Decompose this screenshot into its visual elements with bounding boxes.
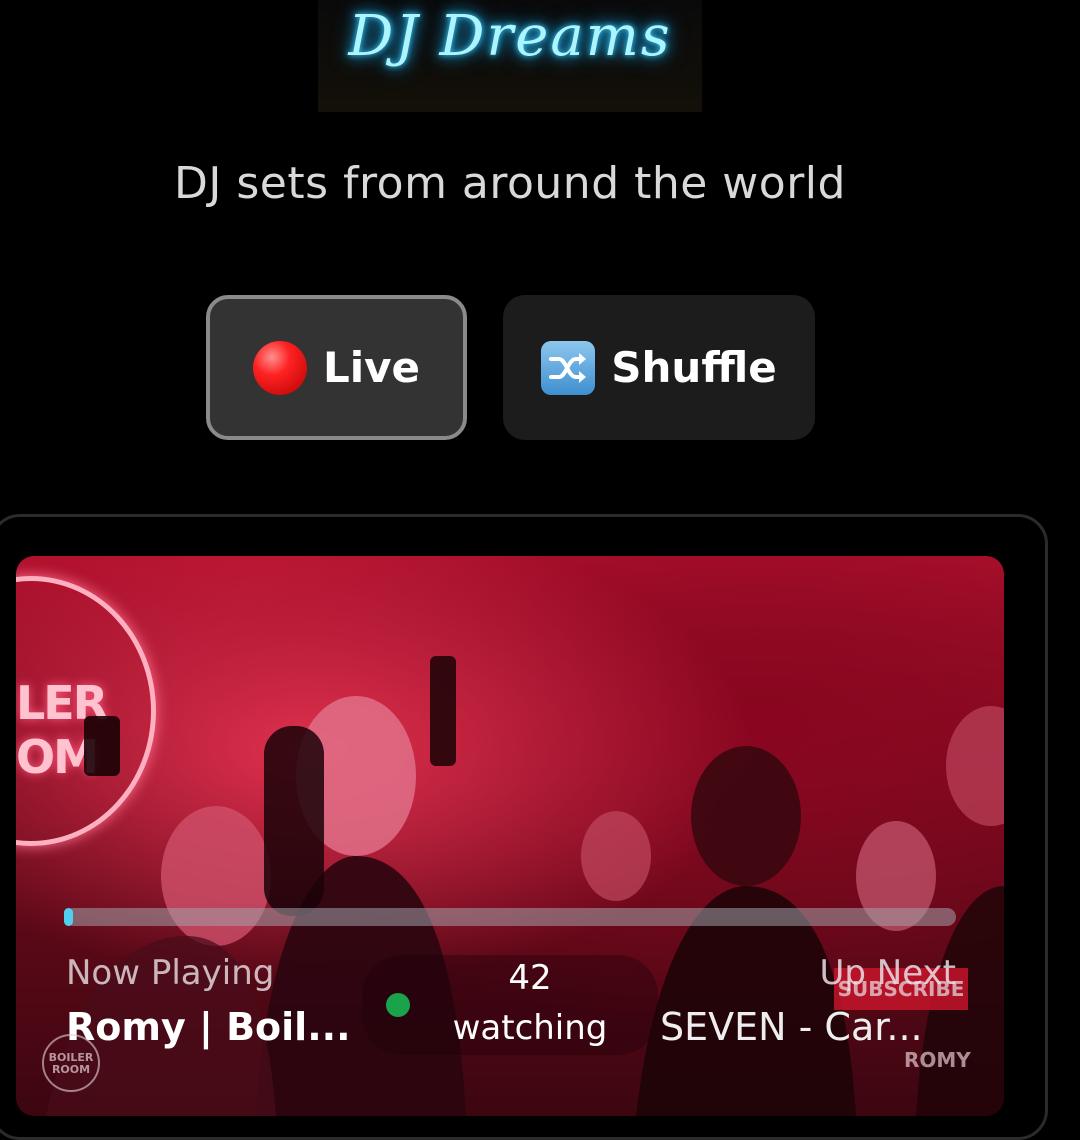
app-logo: DJ Dreams (348, 4, 672, 69)
live-button-label: Live (322, 343, 421, 392)
red-circle-icon (252, 340, 307, 395)
progress-fill (64, 908, 73, 926)
now-playing-title[interactable]: Romy | Boil... (66, 1005, 351, 1049)
shuffle-button-label: Shuffle (611, 343, 777, 392)
boiler-room-logo: BOILER ROOM (42, 1034, 100, 1092)
up-next-label: Up Next (819, 953, 956, 993)
watching-count: 42 (508, 958, 552, 998)
up-next-title[interactable]: SEVEN - Car... (660, 1005, 923, 1049)
tagline: DJ sets from around the world (174, 158, 846, 209)
video-watermark: ROMY (904, 1048, 971, 1072)
progress-bar[interactable] (64, 908, 956, 926)
logo-banner: DJ Dreams (318, 0, 702, 112)
now-playing-label: Now Playing (66, 953, 275, 993)
online-dot-icon (386, 993, 410, 1017)
live-button[interactable]: Live (206, 295, 467, 440)
shuffle-button[interactable]: Shuffle (503, 295, 815, 440)
watching-label: watching (452, 1008, 608, 1048)
shuffle-icon (541, 340, 596, 395)
